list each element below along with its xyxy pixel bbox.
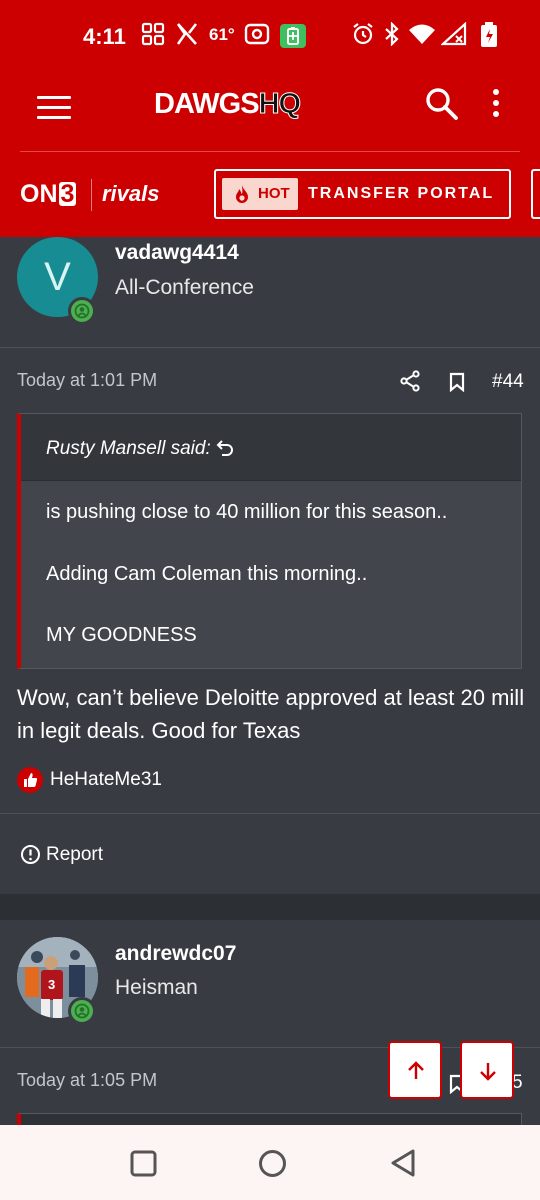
quote-line: MY GOODNESS <box>46 624 197 646</box>
battery-icon <box>480 22 498 53</box>
scroll-down-button[interactable] <box>460 1041 514 1099</box>
system-nav-bar <box>0 1125 540 1200</box>
quote-line: Adding Cam Coleman this morning.. <box>46 563 368 585</box>
grid-icon <box>141 22 165 51</box>
on3-suffix: 3 <box>58 180 77 208</box>
quote-body: is pushing close to 40 million for this … <box>21 481 521 668</box>
post-separator <box>0 894 540 920</box>
arrow-up-icon <box>408 1061 424 1079</box>
share-icon[interactable] <box>400 370 420 397</box>
site-logo[interactable]: DAWGSHQ <box>154 88 302 121</box>
logo-text: DAWGS <box>154 88 260 120</box>
logo-accent: HQ <box>258 88 301 121</box>
username[interactable]: vadawg4414 <box>115 241 239 265</box>
quote-jump-icon[interactable] <box>216 439 234 462</box>
divider <box>0 813 540 814</box>
site-header: DAWGSHQ <box>0 72 540 152</box>
user-title: All-Conference <box>115 276 254 299</box>
status-temperature: 61° <box>209 25 235 44</box>
recents-icon[interactable] <box>130 1150 157 1182</box>
signal-icon <box>440 21 467 51</box>
on3-logo[interactable]: ON 3 <box>20 180 77 209</box>
flame-icon <box>234 184 250 208</box>
post-timestamp[interactable]: Today at 1:01 PM <box>17 370 157 391</box>
post-timestamp[interactable]: Today at 1:05 PM <box>17 1070 157 1091</box>
report-button[interactable]: Report <box>20 844 103 871</box>
next-partner-button[interactable] <box>531 169 540 219</box>
wifi-icon <box>408 22 436 51</box>
online-status-icon <box>68 297 96 325</box>
arrow-down-icon <box>480 1063 496 1081</box>
status-bar: 4:11 61° <box>0 0 540 72</box>
menu-icon[interactable] <box>37 96 71 122</box>
online-status-icon <box>68 997 96 1025</box>
transfer-portal-label: TRANSFER PORTAL <box>308 185 495 202</box>
report-label: Report <box>46 844 104 865</box>
hot-badge: HOT <box>222 178 298 210</box>
post-message: Wow, can’t believe Deloitte approved at … <box>17 685 525 743</box>
post-user-header: 3 andrewdc07 Heisman <box>0 920 540 1047</box>
quote-line: is pushing close to 40 million for this … <box>46 501 448 523</box>
user-title: Heisman <box>115 976 198 999</box>
bookmark-icon[interactable] <box>449 372 465 397</box>
post-user-header: V vadawg4414 All-Conference <box>0 237 540 347</box>
post-body: Today at 1:01 PM #44 Rusty Mansell said:… <box>0 348 540 894</box>
more-icon[interactable] <box>493 89 503 121</box>
bluetooth-icon <box>383 21 401 51</box>
battery-saver-icon <box>280 24 306 53</box>
partner-bar: ON 3 rivals HOT TRANSFER PORTAL <box>0 152 540 237</box>
report-icon <box>21 845 40 864</box>
like-icon <box>17 767 43 793</box>
status-time: 4:11 <box>83 24 126 49</box>
quote-author[interactable]: Rusty Mansell said: <box>46 438 211 460</box>
transfer-portal-button[interactable]: HOT TRANSFER PORTAL <box>214 169 511 219</box>
rivals-logo[interactable]: rivals <box>102 181 160 207</box>
search-icon[interactable] <box>424 86 460 122</box>
post-number[interactable]: #44 <box>492 371 524 393</box>
username[interactable]: andrewdc07 <box>115 942 236 966</box>
radio-icon <box>244 22 270 51</box>
on3-prefix: ON <box>20 180 58 208</box>
reaction-username[interactable]: HeHateMe31 <box>50 769 162 791</box>
quote-block: Rusty Mansell said: is pushing close to … <box>17 413 522 669</box>
scroll-up-button[interactable] <box>388 1041 442 1099</box>
home-icon[interactable] <box>258 1149 287 1183</box>
post-body: Today at 1:05 PM 5 <box>0 1048 540 1125</box>
alarm-icon <box>351 22 375 51</box>
hot-label: HOT <box>258 185 290 202</box>
x-logo-icon <box>175 22 199 51</box>
quote-block <box>17 1113 522 1125</box>
quote-header: Rusty Mansell said: <box>21 414 521 481</box>
back-icon[interactable] <box>389 1148 416 1183</box>
svg-text:3: 3 <box>48 977 55 992</box>
logo-separator <box>91 179 92 211</box>
